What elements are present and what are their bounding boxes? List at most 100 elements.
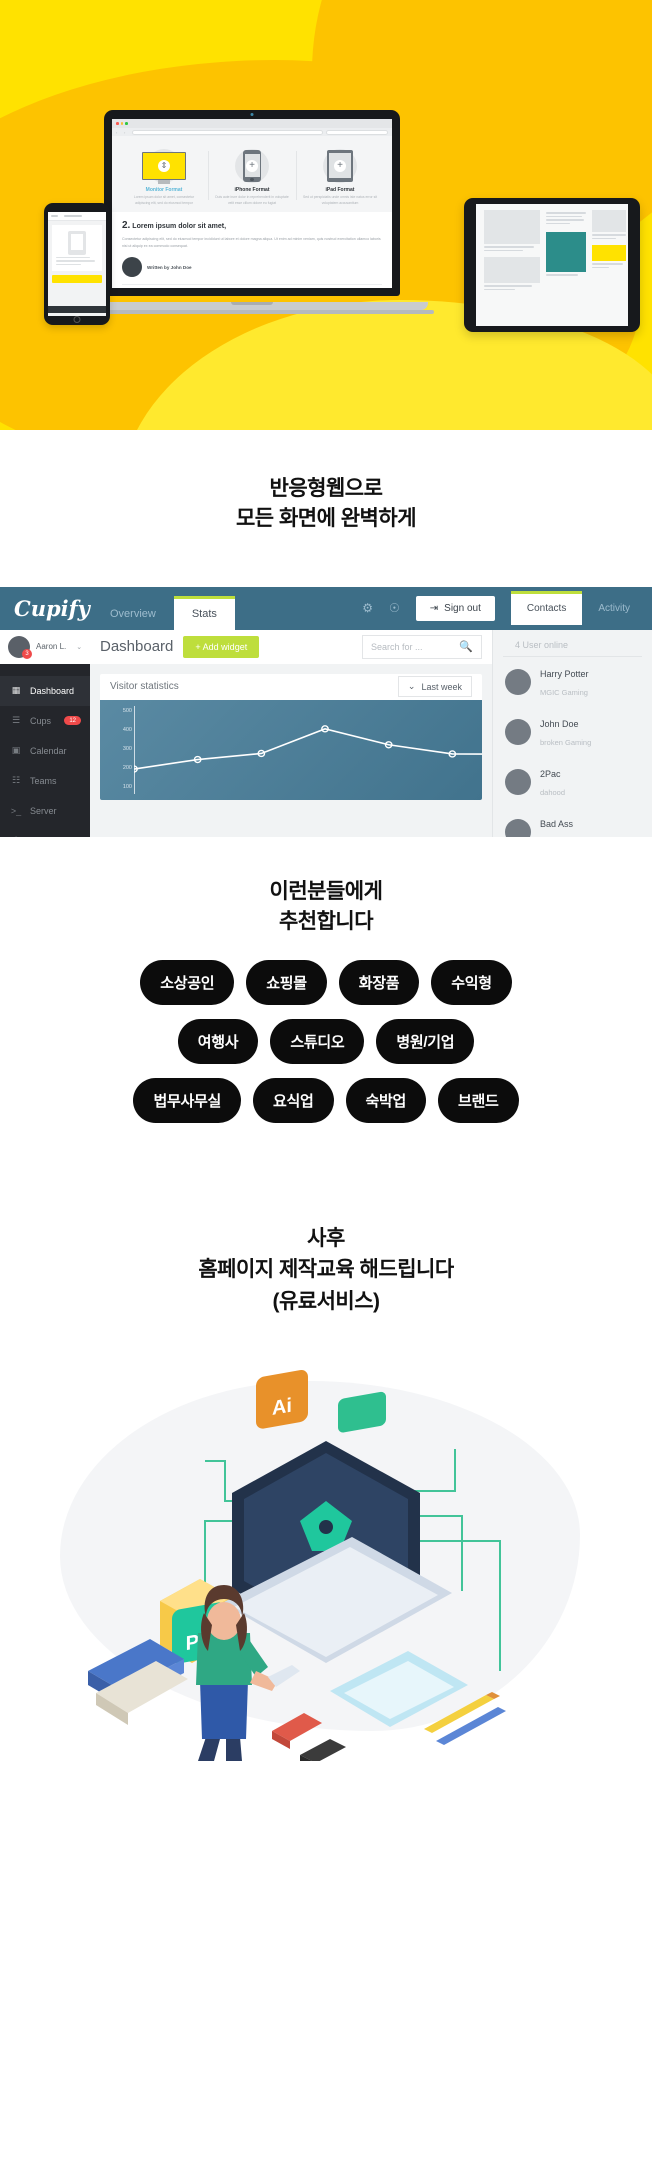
dashboard-screenshot: Cupify Overview Stats ⚙ ☉ ⇥ Sign out Con… bbox=[0, 586, 652, 837]
avatar bbox=[122, 257, 142, 278]
date-range-select[interactable]: ⌄ Last week bbox=[397, 676, 472, 698]
tab-contacts[interactable]: Contacts bbox=[510, 591, 583, 626]
back-icon[interactable]: ‹ bbox=[116, 130, 121, 135]
sidebar-item-label: Cups bbox=[30, 715, 52, 726]
sign-out-button[interactable]: ⇥ Sign out bbox=[415, 595, 495, 621]
format-item-iphone[interactable]: + iPhone Format Duis aute irure dolor in… bbox=[208, 147, 296, 206]
tag-chip[interactable]: 수익형 bbox=[431, 959, 512, 1005]
caption-line-1: 반응형웹으로 bbox=[269, 477, 383, 500]
sidebar-item-label: Server bbox=[30, 805, 57, 816]
sidebar-user[interactable]: 3 Aaron L. ⌄ bbox=[0, 629, 90, 664]
close-icon[interactable] bbox=[116, 122, 119, 125]
phone-cta-button[interactable] bbox=[52, 275, 102, 284]
tag-chip[interactable]: 법무사무실 bbox=[133, 1077, 241, 1123]
app-logo[interactable]: Cupify bbox=[0, 587, 92, 630]
url-input[interactable] bbox=[132, 129, 323, 135]
settings-icon: ⚙ bbox=[10, 835, 22, 837]
gear-icon[interactable]: ⚙ bbox=[362, 601, 373, 615]
list-item[interactable]: 2Pac dahood bbox=[493, 757, 652, 807]
chevron-down-icon[interactable]: ⌄ bbox=[76, 643, 82, 651]
search-placeholder: Search for ... bbox=[371, 641, 423, 652]
notification-badge: 3 bbox=[22, 648, 32, 659]
home-button-icon[interactable] bbox=[73, 316, 81, 323]
tag-chip[interactable]: 병원/기업 bbox=[376, 1018, 475, 1064]
phone-footer bbox=[48, 306, 106, 313]
format-item-ipad[interactable]: + iPad Format Sed ut perspiciatis unde o… bbox=[296, 147, 384, 206]
sidebar-item-teams[interactable]: ☷ Teams bbox=[0, 766, 90, 796]
sidebar-item-settings[interactable]: ⚙ Settings bbox=[0, 826, 90, 837]
sidebar-item-label: Teams bbox=[30, 775, 57, 786]
page-title: Dashboard bbox=[100, 638, 174, 656]
format-item-monitor[interactable]: ⇕ Monitor Format Lorem ipsum dolor sit a… bbox=[120, 147, 208, 206]
laptop-screen: ‹ › ⇕ Monitor Format Lorem ipsum dolor s… bbox=[112, 119, 392, 288]
maximize-icon[interactable] bbox=[125, 122, 128, 125]
tag-chip[interactable]: 숙박업 bbox=[345, 1077, 427, 1123]
add-widget-button[interactable]: + Add widget bbox=[183, 635, 260, 658]
hero-section: ‹ › ⇕ Monitor Format Lorem ipsum dolor s… bbox=[0, 0, 652, 430]
dashboard-topbar: Cupify Overview Stats ⚙ ☉ ⇥ Sign out Con… bbox=[0, 586, 652, 630]
sidebar-badge: 12 bbox=[64, 716, 81, 726]
dashboard-sidebar: 3 Aaron L. ⌄ ▦ Dashboard ☰ Cups 12 ▣ Cal… bbox=[0, 629, 90, 837]
sidebar-item-dashboard[interactable]: ▦ Dashboard bbox=[0, 675, 90, 706]
phone-device-illustration bbox=[68, 231, 86, 255]
sidebar-nav: ▦ Dashboard ☰ Cups 12 ▣ Calendar ☷ Teams… bbox=[0, 664, 90, 837]
browser-search-input[interactable] bbox=[326, 129, 388, 135]
list-icon: ☰ bbox=[11, 715, 21, 726]
contact-sub: dahood bbox=[540, 787, 566, 797]
list-item[interactable]: John Doe broken Gaming bbox=[493, 707, 652, 757]
tag-chip[interactable]: 스튜디오 bbox=[270, 1018, 365, 1064]
forward-icon[interactable]: › bbox=[124, 130, 129, 135]
y-tick: 200 bbox=[122, 764, 132, 771]
tab-overview[interactable]: Overview bbox=[92, 598, 174, 630]
recommend-line-1: 이런분들에게 bbox=[269, 879, 383, 903]
dashboard-main-header: Dashboard + Add widget Search for ... 🔍 bbox=[90, 629, 492, 664]
recommend-section: 이런분들에게 추천합니다 소상공인 쇼핑몰 화장품 수익형 여행사 스튜디오 병… bbox=[0, 837, 652, 1167]
ai-label: Ai bbox=[272, 1395, 292, 1420]
format-body: Sed ut perspiciatis unde omnis iste natu… bbox=[302, 195, 378, 205]
comments-row[interactable]: 3 Comments bbox=[122, 284, 382, 288]
contacts-panel: 4 User online Harry Potter MGIC Gaming J… bbox=[492, 629, 652, 837]
contact-name: 2Pac bbox=[540, 768, 561, 779]
illustration-section: PS Ai bbox=[0, 1341, 652, 1762]
contacts-online-header: 4 User online bbox=[503, 630, 642, 657]
bell-icon[interactable]: ☉ bbox=[389, 601, 400, 615]
ipad-icon: + bbox=[296, 147, 384, 185]
chart-y-axis: 500 400 300 200 100 bbox=[110, 706, 134, 796]
caption-line-2: 모든 화면에 완벽하게 bbox=[235, 507, 417, 531]
sidebar-item-cups[interactable]: ☰ Cups 12 bbox=[0, 706, 90, 736]
phone-card bbox=[52, 225, 102, 272]
laptop-illustration bbox=[222, 1441, 452, 1664]
format-title: Monitor Format bbox=[145, 187, 183, 193]
laptop-camera-icon bbox=[250, 113, 254, 116]
contact-tabs: Contacts Activity bbox=[510, 591, 646, 626]
tag-chip[interactable]: 화장품 bbox=[338, 959, 420, 1005]
list-item[interactable]: Bad Ass Just repeat bbox=[493, 807, 652, 837]
article-heading: 2. Lorem ipsum dolor sit amet, bbox=[122, 220, 382, 231]
y-tick: 400 bbox=[122, 727, 132, 734]
iphone-icon: + bbox=[208, 147, 296, 185]
tab-stats[interactable]: Stats bbox=[173, 595, 235, 630]
format-title: iPhone Format bbox=[234, 187, 270, 193]
tablet-illustration bbox=[330, 1651, 468, 1728]
y-tick: 500 bbox=[122, 708, 132, 715]
sidebar-item-server[interactable]: >_ Server bbox=[0, 796, 90, 826]
tag-chip[interactable]: 요식업 bbox=[252, 1077, 334, 1123]
tab-activity[interactable]: Activity bbox=[582, 593, 646, 625]
list-item[interactable]: Harry Potter MGIC Gaming bbox=[493, 657, 652, 707]
search-input[interactable]: Search for ... 🔍 bbox=[362, 634, 482, 659]
search-icon[interactable]: 🔍 bbox=[459, 640, 473, 653]
tag-chip[interactable]: 브랜드 bbox=[438, 1077, 519, 1123]
contact-sub: MGIC Gaming bbox=[540, 687, 588, 697]
minimize-icon[interactable] bbox=[120, 122, 124, 125]
card-header: Visitor statistics ⌄ Last week bbox=[100, 674, 482, 700]
laptop-mockup: ‹ › ⇕ Monitor Format Lorem ipsum dolor s… bbox=[70, 110, 434, 314]
visitor-statistics-card: Visitor statistics ⌄ Last week 500 400 3… bbox=[100, 673, 482, 800]
tag-list: 소상공인 쇼핑몰 화장품 수익형 여행사 스튜디오 병원/기업 법무사무실 요식… bbox=[0, 938, 652, 1123]
user-name: Aaron L. bbox=[36, 642, 67, 652]
avatar: 3 bbox=[8, 635, 32, 659]
tag-chip[interactable]: 쇼핑몰 bbox=[246, 959, 327, 1005]
tag-chip[interactable]: 소상공인 bbox=[140, 959, 235, 1005]
sidebar-item-calendar[interactable]: ▣ Calendar bbox=[0, 736, 90, 766]
sidebar-item-label: Dashboard bbox=[30, 685, 75, 696]
tag-chip[interactable]: 여행사 bbox=[177, 1018, 259, 1064]
